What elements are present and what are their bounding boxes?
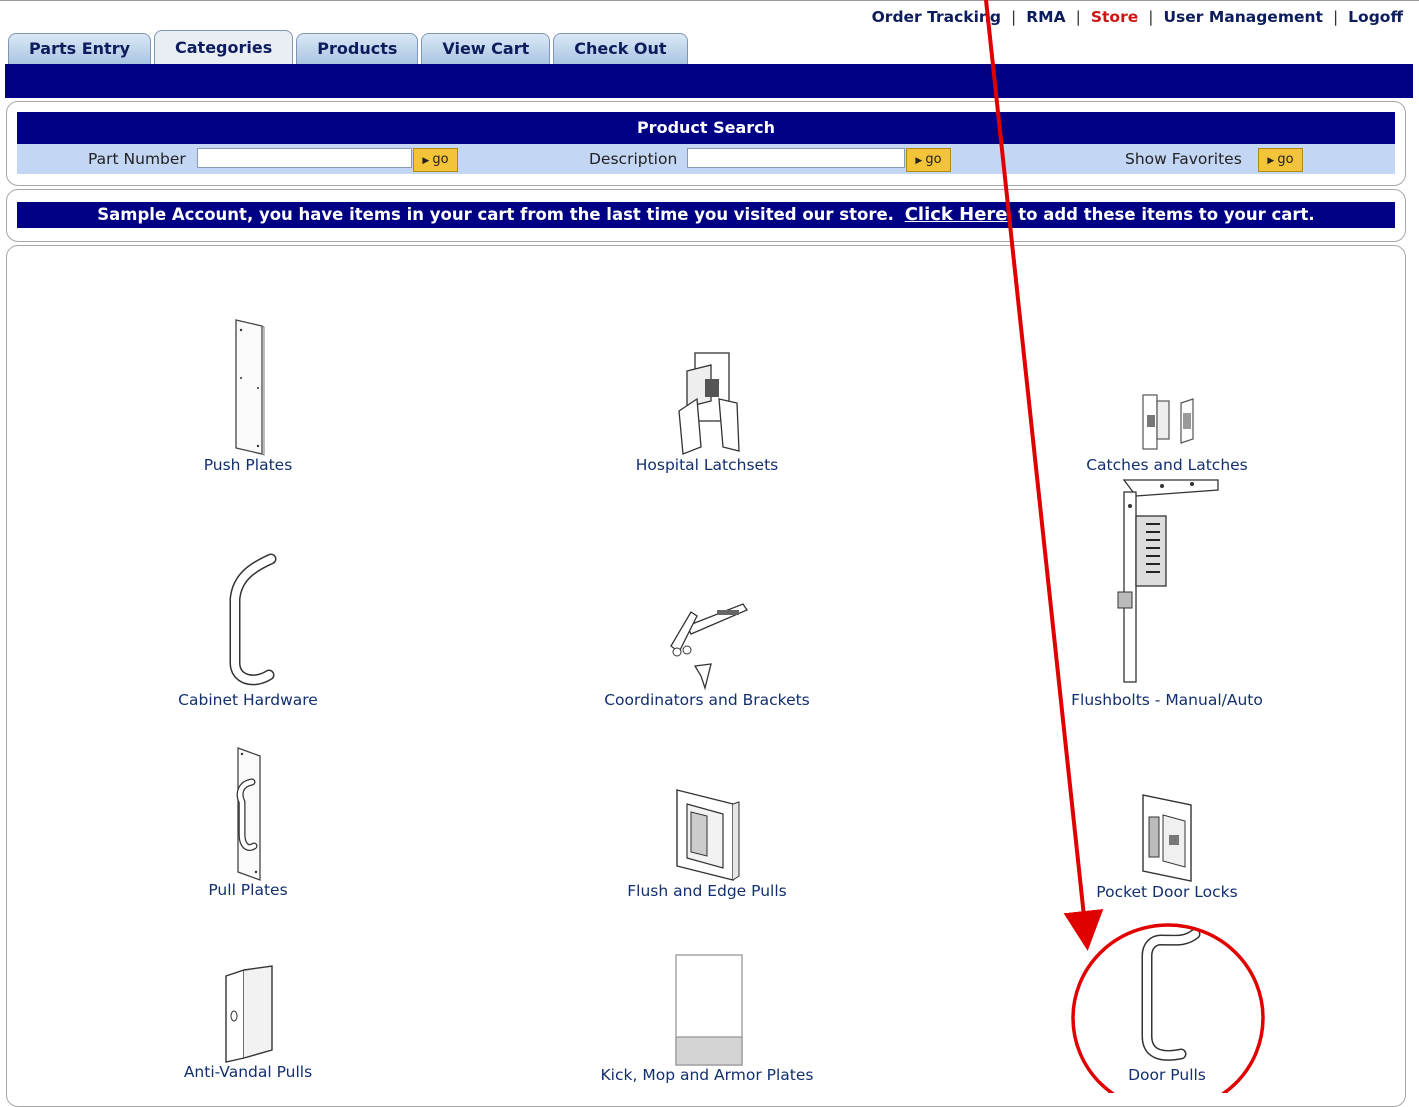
part-number-label: Part Number <box>88 150 186 168</box>
category-label: Cabinet Hardware <box>178 691 318 709</box>
category-flush-and-edge-pulls[interactable]: Flush and Edge Pulls <box>577 786 837 900</box>
door-pull-icon <box>1141 928 1201 1061</box>
category-coordinators-and-brackets[interactable]: Coordinators and Brackets <box>577 596 837 709</box>
tab-parts-entry[interactable]: Parts Entry <box>8 33 152 64</box>
go-label: go <box>925 152 942 167</box>
category-catches-and-latches[interactable]: Catches and Latches <box>1037 391 1297 474</box>
category-kick-mop-armor-plates[interactable]: Kick, Mop and Armor Plates <box>577 951 837 1084</box>
go-arrow-icon: ▶ <box>915 156 923 166</box>
category-label: Door Pulls <box>1128 1066 1206 1084</box>
show-favorites-go-button[interactable]: ▶ go <box>1258 148 1303 172</box>
nav-logoff[interactable]: Logoff <box>1348 8 1403 26</box>
category-anti-vandal-pulls[interactable]: Anti-Vandal Pulls <box>118 958 378 1081</box>
category-label: Flushbolts - Manual/Auto <box>1071 691 1263 709</box>
nav-separator: | <box>1148 8 1154 26</box>
pocket-door-lock-icon <box>1142 794 1192 882</box>
cart-notice-bar: Sample Account, you have items in your c… <box>17 202 1395 228</box>
top-navigation: Order Tracking | RMA | Store | User Mana… <box>872 6 1403 28</box>
product-search-title: Product Search <box>17 112 1395 144</box>
go-label: go <box>432 152 449 167</box>
tab-categories[interactable]: Categories <box>154 30 294 64</box>
cabinet-hardware-icon <box>229 553 277 686</box>
hospital-latchset-icon <box>678 352 740 455</box>
nav-user-management[interactable]: User Management <box>1163 8 1322 26</box>
category-label: Anti-Vandal Pulls <box>183 1063 313 1081</box>
anti-vandal-pull-icon <box>225 965 273 1063</box>
category-label: Kick, Mop and Armor Plates <box>600 1066 814 1084</box>
nav-order-tracking[interactable]: Order Tracking <box>872 8 1001 26</box>
category-cabinet-hardware[interactable]: Cabinet Hardware <box>118 551 378 709</box>
category-hospital-latchsets[interactable]: Hospital Latchsets <box>577 351 837 474</box>
tab-view-cart[interactable]: View Cart <box>421 33 551 64</box>
push-plate-icon <box>235 319 265 456</box>
flush-edge-pull-icon <box>676 789 740 881</box>
nav-separator: | <box>1011 8 1017 26</box>
main-tabs: Parts Entry Categories Products View Car… <box>8 30 691 64</box>
category-label: Pocket Door Locks <box>1096 883 1238 901</box>
category-pocket-door-locks[interactable]: Pocket Door Locks <box>1037 791 1297 901</box>
go-arrow-icon: ▶ <box>422 156 430 166</box>
tab-content-bar <box>5 64 1413 98</box>
part-number-input[interactable] <box>197 148 412 168</box>
coordinator-bracket-icon <box>670 603 748 691</box>
cart-notice-text-end: to add these items to your cart. <box>1018 205 1315 224</box>
nav-separator: | <box>1075 8 1081 26</box>
category-label: Push Plates <box>203 456 293 474</box>
category-label: Coordinators and Brackets <box>604 691 810 709</box>
tab-check-out[interactable]: Check Out <box>553 33 688 64</box>
part-number-go-button[interactable]: ▶ go <box>413 148 458 172</box>
description-label: Description <box>589 150 678 168</box>
top-divider <box>0 0 1419 1</box>
product-search-row: Part Number ▶ go Description ▶ go Show Fav… <box>17 144 1395 174</box>
product-search-panel: Product Search Part Number ▶ go Descripti… <box>6 101 1406 186</box>
category-label: Flush and Edge Pulls <box>627 882 787 900</box>
pull-plate-icon <box>236 747 261 881</box>
category-label: Pull Plates <box>208 881 288 899</box>
tab-products[interactable]: Products <box>296 33 419 64</box>
nav-store[interactable]: Store <box>1091 8 1138 26</box>
show-favorites-label: Show Favorites <box>1125 150 1242 168</box>
nav-rma[interactable]: RMA <box>1026 8 1065 26</box>
go-arrow-icon: ▶ <box>1267 156 1275 166</box>
nav-separator: | <box>1332 8 1339 26</box>
flushbolt-icon <box>1117 479 1219 683</box>
kick-plate-icon <box>675 954 743 1066</box>
category-grid-panel: Push Plates Hospital Latchsets Catches a… <box>6 245 1406 1107</box>
cart-notice-link[interactable]: Click Here <box>905 204 1008 225</box>
category-label: Catches and Latches <box>1086 456 1248 474</box>
category-flushbolts[interactable]: Flushbolts - Manual/Auto <box>1037 476 1297 709</box>
category-door-pulls[interactable]: Door Pulls <box>1037 926 1297 1084</box>
category-push-plates[interactable]: Push Plates <box>118 318 378 474</box>
go-label: go <box>1277 152 1294 167</box>
description-go-button[interactable]: ▶ go <box>906 148 951 172</box>
cart-notice-text: Sample Account, you have items in your c… <box>97 205 894 224</box>
catch-latch-icon <box>1142 394 1194 450</box>
category-label: Hospital Latchsets <box>635 456 779 474</box>
cart-notice-panel: Sample Account, you have items in your c… <box>6 189 1406 242</box>
category-pull-plates[interactable]: Pull Plates <box>118 746 378 899</box>
description-input[interactable] <box>687 148 905 168</box>
